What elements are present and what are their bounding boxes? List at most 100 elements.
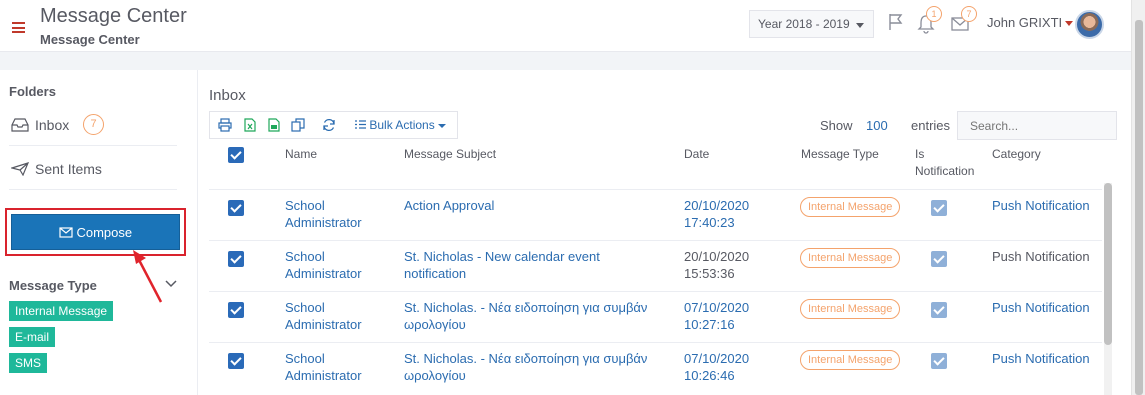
- chevron-down-icon: [856, 23, 864, 28]
- notification-count-badge: 1: [926, 6, 942, 22]
- flag-icon[interactable]: [886, 12, 906, 32]
- list-icon: [355, 120, 366, 129]
- message-type-tag-internal[interactable]: Internal Message: [9, 301, 114, 321]
- column-header-category[interactable]: Category: [992, 147, 1041, 161]
- page-length-select[interactable]: 100: [866, 118, 888, 133]
- sender-name[interactable]: School Administrator: [285, 299, 362, 333]
- bulk-actions-dropdown[interactable]: Bulk Actions: [355, 118, 446, 132]
- message-subject[interactable]: Action Approval: [404, 197, 494, 214]
- date-line: 07/10/2020: [684, 300, 750, 315]
- message-type-tag-sms[interactable]: SMS: [9, 353, 48, 373]
- page-scrollbar-thumb[interactable]: [1135, 20, 1143, 395]
- table-row[interactable]: School Administrator St. Nicholas. - Νέα…: [209, 342, 1102, 393]
- column-header-is-notification[interactable]: Is Notification: [915, 147, 974, 178]
- table-toolbar: Bulk Actions: [209, 111, 458, 139]
- page-scrollbar[interactable]: [1131, 0, 1145, 395]
- chevron-down-icon: [437, 123, 446, 128]
- is-notification-checkbox: [931, 251, 947, 267]
- row-checkbox[interactable]: [228, 302, 244, 318]
- is-notification-checkbox: [931, 302, 947, 318]
- table-row[interactable]: School Administrator St. Nicholas. - Νέα…: [209, 291, 1102, 342]
- column-header-line: Notification: [915, 164, 975, 178]
- sender-name[interactable]: School Administrator: [285, 248, 362, 282]
- top-header: Message Center Message Center Year 2018 …: [0, 0, 1131, 52]
- column-header-date[interactable]: Date: [684, 147, 709, 161]
- red-arrow-annotation-icon: [133, 250, 163, 303]
- message-subject[interactable]: St. Nicholas - New calendar event notifi…: [404, 248, 600, 282]
- message-subject[interactable]: St. Nicholas. - Νέα ειδοποίηση για συμβά…: [404, 350, 647, 384]
- message-subject[interactable]: St. Nicholas. - Νέα ειδοποίηση για συμβά…: [404, 299, 647, 333]
- is-notification-checkbox: [931, 200, 947, 216]
- message-date: 20/10/2020 17:40:23: [684, 197, 749, 231]
- message-count-badge: 7: [961, 6, 977, 22]
- column-header-name[interactable]: Name: [285, 147, 317, 161]
- show-label: Show: [820, 118, 853, 133]
- column-header-message-type[interactable]: Message Type: [801, 147, 879, 161]
- row-checkbox[interactable]: [228, 353, 244, 369]
- select-all-checkbox[interactable]: [228, 147, 244, 163]
- sender-name-line: School: [285, 351, 325, 366]
- subject-line: St. Nicholas. - Νέα ειδοποίηση για συμβά…: [404, 300, 648, 315]
- sender-name-line: Administrator: [285, 266, 362, 281]
- user-name[interactable]: John GRIXTI: [987, 15, 1062, 30]
- year-select[interactable]: Year 2018 - 2019: [749, 10, 874, 38]
- sender-name[interactable]: School Administrator: [285, 197, 362, 231]
- row-checkbox[interactable]: [228, 200, 244, 216]
- inbox-heading: Inbox: [209, 87, 246, 104]
- page-title: Message Center: [40, 5, 187, 27]
- sender-name-line: Administrator: [285, 368, 362, 383]
- date-line: 17:40:23: [684, 215, 735, 230]
- copy-icon[interactable]: [291, 118, 305, 132]
- category-text[interactable]: Push Notification: [992, 350, 1090, 367]
- table-row[interactable]: School Administrator St. Nicholas - New …: [209, 240, 1102, 291]
- sender-name[interactable]: School Administrator: [285, 350, 362, 384]
- table-scrollbar-thumb[interactable]: [1104, 183, 1112, 345]
- subject-line: St. Nicholas - New calendar event: [404, 249, 600, 264]
- column-header-subject[interactable]: Message Subject: [404, 147, 496, 161]
- category-text[interactable]: Push Notification: [992, 299, 1090, 316]
- category-text[interactable]: Push Notification: [992, 197, 1090, 214]
- folder-item-inbox[interactable]: Inbox 7: [9, 106, 177, 146]
- page-breadcrumb: Message Center: [40, 32, 140, 47]
- inbox-count-badge: 7: [83, 114, 104, 135]
- folder-label: Inbox: [35, 117, 70, 133]
- print-icon[interactable]: [218, 118, 232, 132]
- table-scrollbar[interactable]: [1104, 183, 1112, 395]
- date-line: 10:26:46: [684, 368, 735, 383]
- message-type-heading: Message Type: [9, 278, 97, 293]
- sender-name-line: Administrator: [285, 317, 362, 332]
- message-type-badge: Internal Message: [800, 248, 901, 268]
- year-select-value: Year 2018 - 2019: [758, 17, 850, 31]
- refresh-icon[interactable]: [322, 118, 336, 132]
- csv-icon[interactable]: [267, 118, 281, 132]
- user-caret-icon[interactable]: [1065, 21, 1073, 26]
- excel-icon[interactable]: [243, 118, 257, 132]
- avatar[interactable]: [1075, 10, 1104, 39]
- sender-name-line: Administrator: [285, 215, 362, 230]
- sender-name-line: School: [285, 249, 325, 264]
- date-line: 07/10/2020: [684, 351, 750, 366]
- folders-sidebar: Folders Inbox 7 Sent Items Compose Messa…: [0, 70, 198, 395]
- date-line: 20/10/2020: [684, 249, 750, 264]
- date-line: 10:27:16: [684, 317, 735, 332]
- search-input[interactable]: [957, 111, 1117, 140]
- subject-line: St. Nicholas. - Νέα ειδοποίηση για συμβά…: [404, 351, 648, 366]
- hamburger-menu-icon[interactable]: [12, 22, 25, 33]
- message-type-badge: Internal Message: [800, 350, 901, 370]
- compose-button[interactable]: Compose: [11, 214, 180, 250]
- folder-item-sent-items[interactable]: Sent Items: [9, 150, 177, 190]
- compose-label: Compose: [76, 225, 133, 240]
- paper-plane-icon: [11, 162, 29, 176]
- is-notification-checkbox: [931, 353, 947, 369]
- subject-line: Action Approval: [404, 198, 495, 213]
- message-type-badge: Internal Message: [800, 299, 901, 319]
- category-text: Push Notification: [992, 249, 1090, 264]
- sender-name-line: School: [285, 198, 325, 213]
- table-row[interactable]: School Administrator Action Approval 20/…: [209, 189, 1102, 240]
- folder-label: Sent Items: [35, 161, 102, 177]
- row-checkbox[interactable]: [228, 251, 244, 267]
- inbox-icon: [11, 118, 29, 132]
- message-type-tag-email[interactable]: E-mail: [9, 327, 56, 347]
- message-date: 07/10/2020 10:27:16: [684, 299, 749, 333]
- folders-heading: Folders: [9, 84, 56, 99]
